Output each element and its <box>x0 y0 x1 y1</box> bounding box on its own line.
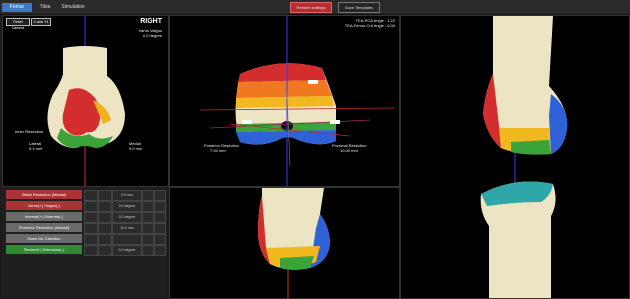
increment-fine-button[interactable] <box>154 223 166 234</box>
medial-value: 9.0 mm <box>129 146 143 151</box>
increment-button[interactable] <box>142 212 154 223</box>
increment-button[interactable] <box>142 234 154 245</box>
control-row: Distal Resection (Medial) 9.0 mm <box>6 190 166 201</box>
control-label[interactable]: Posterior Resection (Medial) <box>6 223 82 232</box>
control-label[interactable]: Distal Resection (Medial) <box>6 190 82 199</box>
tab-tibia[interactable]: Tibia <box>34 3 56 12</box>
increment-fine-button[interactable] <box>154 212 166 223</box>
decrement-fine-button[interactable] <box>84 223 98 234</box>
control-label[interactable]: Varus(+) Valgus(-) <box>6 201 82 210</box>
value-field[interactable] <box>112 234 142 245</box>
save-templates-button[interactable]: Save Templates <box>338 2 380 13</box>
value-field[interactable]: 0.0 degree <box>112 201 142 212</box>
decrement-fine-button[interactable] <box>84 212 98 223</box>
femur-front-model <box>47 16 125 186</box>
value-field[interactable]: 0.0 degree <box>112 212 142 223</box>
femur-axial-model <box>199 16 396 186</box>
decrement-fine-button[interactable] <box>84 190 98 201</box>
decrement-button[interactable] <box>98 190 112 201</box>
femur-front-view[interactable]: Reset Camera Z-axis Y4 RIGHT Varus Valgu… <box>2 15 169 187</box>
femur-sagittal-model <box>258 188 330 298</box>
control-row: Posterior Resection (Medial) 10.0 mm <box>6 223 166 234</box>
increment-fine-button[interactable] <box>154 201 166 212</box>
decrement-fine-button[interactable] <box>84 234 98 245</box>
control-row: Internal(+) External(-) 0.0 degree <box>6 212 166 223</box>
increment-fine-button[interactable] <box>154 190 166 201</box>
control-row: Move ML Direction <box>6 234 166 245</box>
control-row: Flexion(+) Extension(-) 0.0 degree <box>6 245 166 256</box>
control-row: Varus(+) Valgus(-) 0.0 degree <box>6 201 166 212</box>
increment-button[interactable] <box>142 201 154 212</box>
femur-tibia-lateral-view[interactable] <box>400 15 630 299</box>
decrement-button[interactable] <box>98 234 112 245</box>
increment-fine-button[interactable] <box>154 245 166 256</box>
femur-sagittal-view[interactable] <box>169 187 400 299</box>
lateral-value: 9.1 mm <box>29 146 43 151</box>
femur-axial-view[interactable]: TEA-PCA Angle : 1.22 TEA-Femur Cut Angle… <box>169 15 400 187</box>
posterior-resection-value: 7.04 mm <box>210 148 226 153</box>
increment-button[interactable] <box>142 190 154 201</box>
top-bar: Femur Tibia Simulation Restore settings … <box>0 0 630 15</box>
tab-simulation[interactable]: Simulation <box>58 3 88 12</box>
increment-fine-button[interactable] <box>154 234 166 245</box>
control-label[interactable]: Move ML Direction <box>6 234 82 243</box>
increment-button[interactable] <box>142 223 154 234</box>
tab-femur[interactable]: Femur <box>2 3 32 12</box>
restore-settings-button[interactable]: Restore settings <box>290 2 332 13</box>
adjustment-panel: Distal Resection (Medial) 9.0 mm Varus(+… <box>2 187 167 297</box>
value-field[interactable]: 9.0 mm <box>112 190 142 201</box>
decrement-button[interactable] <box>98 223 112 234</box>
control-label[interactable]: Internal(+) External(-) <box>6 212 82 221</box>
inner-resection-label: Inner Resection <box>15 129 44 134</box>
femur-tibia-model <box>480 16 568 298</box>
control-label[interactable]: Flexion(+) Extension(-) <box>6 245 82 254</box>
decrement-button[interactable] <box>98 212 112 223</box>
decrement-button[interactable] <box>98 201 112 212</box>
decrement-fine-button[interactable] <box>84 201 98 212</box>
value-field[interactable]: 0.0 degree <box>112 245 142 256</box>
increment-button[interactable] <box>142 245 154 256</box>
decrement-fine-button[interactable] <box>84 245 98 256</box>
proximal-resection-value: 10.00 mm <box>340 148 358 153</box>
value-field[interactable]: 10.0 mm <box>112 223 142 234</box>
decrement-button[interactable] <box>98 245 112 256</box>
